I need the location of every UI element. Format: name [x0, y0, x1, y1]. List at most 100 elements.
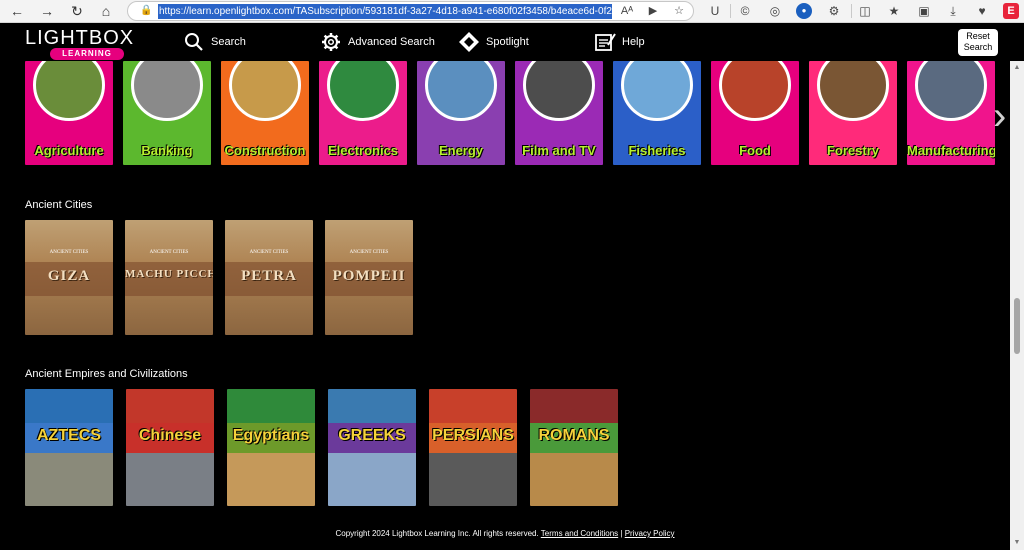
video-icon[interactable]: ▶: [646, 4, 660, 18]
book-cover[interactable]: Film and TV: [515, 61, 603, 165]
cover-portraits: [227, 389, 315, 427]
downloads-icon[interactable]: ⤓: [945, 3, 961, 19]
scroll-up-icon[interactable]: ▲: [1013, 64, 1021, 72]
book-title: GREEKS: [338, 427, 406, 444]
book-cover[interactable]: Electronics: [319, 61, 407, 165]
series-label: ANCIENT CITIES: [349, 250, 389, 255]
book-cover[interactable]: Agriculture: [25, 61, 113, 165]
book-cover[interactable]: Egyptians: [227, 389, 315, 506]
book-title: Agriculture: [34, 143, 104, 158]
read-aloud-icon[interactable]: Aᴬ: [620, 4, 634, 18]
reset-label-line2: Search: [963, 42, 993, 52]
nav-search[interactable]: Search: [183, 32, 246, 52]
book-title: Food: [739, 143, 771, 158]
reset-search-button[interactable]: Reset Search: [958, 29, 998, 56]
book-cover[interactable]: Energy: [417, 61, 505, 165]
toolbar-divider: [851, 4, 852, 18]
cover-portraits: [25, 389, 113, 427]
book-title: Electronics: [327, 143, 399, 158]
book-title: Banking: [141, 143, 193, 158]
book-cover[interactable]: ANCIENT CITIES MACHU PICCHU: [125, 220, 213, 335]
gear-icon: [322, 33, 340, 51]
book-title: AZTECS: [37, 427, 101, 444]
shield-extension-icon[interactable]: U: [707, 3, 723, 19]
search-icon: [185, 33, 203, 51]
book-title: Fisheries: [628, 143, 686, 158]
logo-learning-badge: LEARNING: [50, 48, 124, 60]
cover-photo: [327, 61, 399, 121]
ghostery-icon[interactable]: ◎: [767, 3, 783, 19]
performance-icon[interactable]: ♥: [974, 3, 990, 19]
cover-photo: [719, 61, 791, 121]
book-cover[interactable]: Construction: [221, 61, 309, 165]
footer: Copyright 2024 Lightbox Learning Inc. Al…: [0, 528, 1010, 540]
home-icon[interactable]: ⌂: [97, 2, 115, 20]
copyright-text: Copyright 2024 Lightbox Learning Inc. Al…: [335, 529, 539, 538]
url-text[interactable]: https://learn.openlightbox.com/TASubscri…: [158, 4, 612, 19]
carousel-next-icon[interactable]: ›: [993, 87, 1006, 145]
book-cover[interactable]: Forestry: [809, 61, 897, 165]
book-cover[interactable]: Manufacturing: [907, 61, 995, 165]
book-title: Egyptians: [232, 427, 310, 444]
logo-wordmark: LIGHTBOX: [25, 27, 135, 49]
address-bar[interactable]: 🔒 https://learn.openlightbox.com/TASubsc…: [127, 1, 694, 21]
back-icon[interactable]: ←: [8, 2, 26, 20]
content-area: Agriculture Banking Construction Electronic…: [0, 61, 1010, 550]
cover-monument: [227, 453, 315, 506]
terms-link[interactable]: Terms and Conditions: [541, 529, 618, 538]
cover-monument: [328, 453, 416, 506]
book-cover[interactable]: Chinese: [126, 389, 214, 506]
cover-photo: [131, 61, 203, 121]
cover-photo: [523, 61, 595, 121]
nav-spotlight[interactable]: Spotlight: [458, 32, 529, 52]
lightbox-logo[interactable]: LIGHTBOX LEARNING: [25, 27, 133, 60]
book-cover[interactable]: ANCIENT CITIES GIZA: [25, 220, 113, 335]
favorite-star-icon[interactable]: ☆: [672, 4, 686, 18]
nav-search-label: Search: [211, 36, 246, 48]
book-title: PETRA: [241, 268, 297, 284]
book-cover[interactable]: ANCIENT CITIES PETRA: [225, 220, 313, 335]
book-title: Film and TV: [522, 143, 596, 158]
ninja-extension-icon[interactable]: ●: [796, 3, 812, 19]
cover-monument: [25, 453, 113, 506]
book-cover[interactable]: Food: [711, 61, 799, 165]
book-cover[interactable]: Fisheries: [613, 61, 701, 165]
book-title: Forestry: [826, 143, 880, 158]
book-title: PERSIANS: [432, 427, 514, 444]
book-cover[interactable]: ROMANS: [530, 389, 618, 506]
cover-photo: [915, 61, 987, 121]
page-scrollbar[interactable]: ▲ ▼: [1010, 61, 1024, 550]
book-cover[interactable]: Banking: [123, 61, 211, 165]
scroll-down-icon[interactable]: ▼: [1013, 539, 1021, 547]
cover-photo: [817, 61, 889, 121]
cover-photo: [425, 61, 497, 121]
series-label: ANCIENT CITIES: [149, 250, 189, 255]
book-cover[interactable]: AZTECS: [25, 389, 113, 506]
book-title: MACHU PICCHU: [125, 268, 213, 280]
book-cover[interactable]: GREEKS: [328, 389, 416, 506]
book-title: Energy: [438, 143, 484, 158]
book-cover[interactable]: PERSIANS: [429, 389, 517, 506]
cover-portraits: [429, 389, 517, 427]
extension-c-icon[interactable]: ©: [737, 3, 753, 19]
refresh-icon[interactable]: ↻: [68, 2, 86, 20]
book-cover[interactable]: ANCIENT CITIES POMPEII: [325, 220, 413, 335]
scroll-thumb[interactable]: [1014, 298, 1020, 354]
spotlight-icon: [459, 32, 479, 52]
nav-help[interactable]: Help: [594, 32, 645, 52]
cover-portraits: [530, 389, 618, 427]
nav-help-label: Help: [622, 36, 645, 48]
book-title: Manufacturing: [907, 143, 995, 158]
book-title: ROMANS: [538, 427, 610, 444]
cover-monument: [126, 453, 214, 506]
app-header: LIGHTBOX LEARNING Search Advanced Search…: [0, 23, 1024, 61]
cover-photo: [33, 61, 105, 121]
extension-e-icon[interactable]: E: [1003, 3, 1019, 19]
nav-advanced-search[interactable]: Advanced Search: [320, 32, 435, 52]
collections-icon[interactable]: ▣: [916, 3, 932, 19]
settings-extension-icon[interactable]: ⚙: [826, 3, 842, 19]
split-screen-icon[interactable]: ◫: [857, 3, 873, 19]
forward-icon[interactable]: →: [38, 2, 56, 20]
privacy-link[interactable]: Privacy Policy: [625, 529, 675, 538]
favorites-icon[interactable]: ★: [886, 3, 902, 19]
